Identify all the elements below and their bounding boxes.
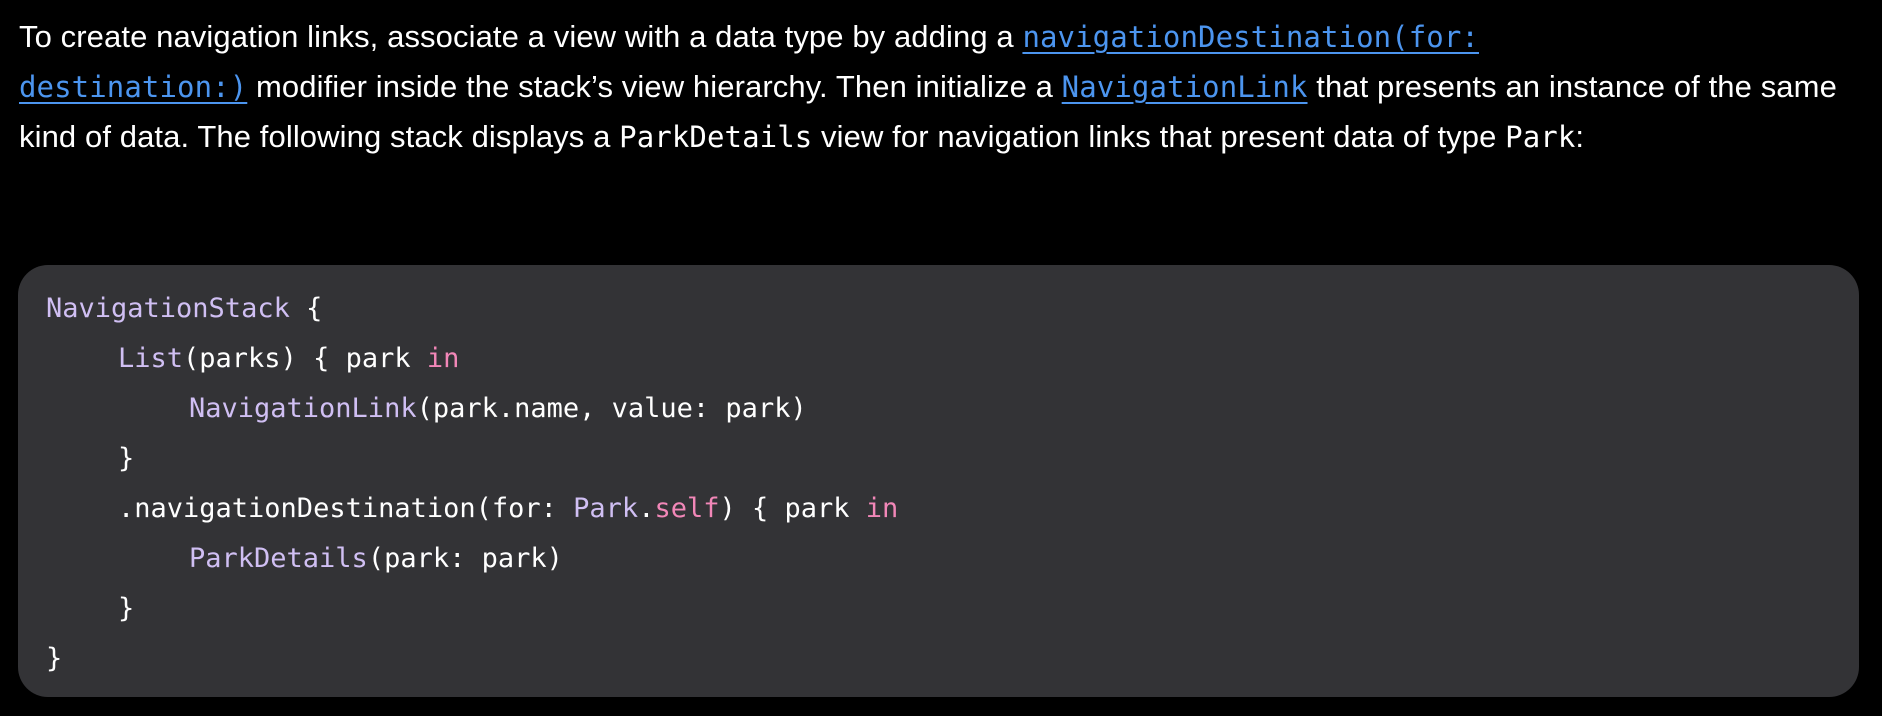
paragraph-text: : <box>1575 119 1585 154</box>
code-line: ParkDetails(park: park) <box>189 543 563 574</box>
code-line: } <box>46 643 63 674</box>
code-line: .navigationDestination(for: Park.self) {… <box>118 493 899 524</box>
code-line: NavigationLink(park.name, value: park) <box>189 393 807 424</box>
inline-code-parkdetails: ParkDetails <box>619 120 813 154</box>
paragraph-text: modifier inside the stack’s view hierarc… <box>247 69 1062 104</box>
code-listing: NavigationStack { List(parks) { park in Na… <box>18 265 1859 697</box>
inline-code-park: Park <box>1505 120 1576 154</box>
paragraph-text: To create navigation links, associate a … <box>19 19 1023 54</box>
code-line: List(parks) { park in <box>118 343 460 374</box>
description-paragraph: To create navigation links, associate a … <box>19 12 1869 162</box>
navigation-link-link[interactable]: NavigationLink <box>1062 70 1308 104</box>
code-text: NavigationStack { List(parks) { park in Na… <box>46 284 1859 684</box>
code-line: NavigationStack { <box>46 293 323 324</box>
code-line: } <box>118 593 135 624</box>
code-line: } <box>118 443 135 474</box>
paragraph-text: view for navigation links that present d… <box>812 119 1506 154</box>
